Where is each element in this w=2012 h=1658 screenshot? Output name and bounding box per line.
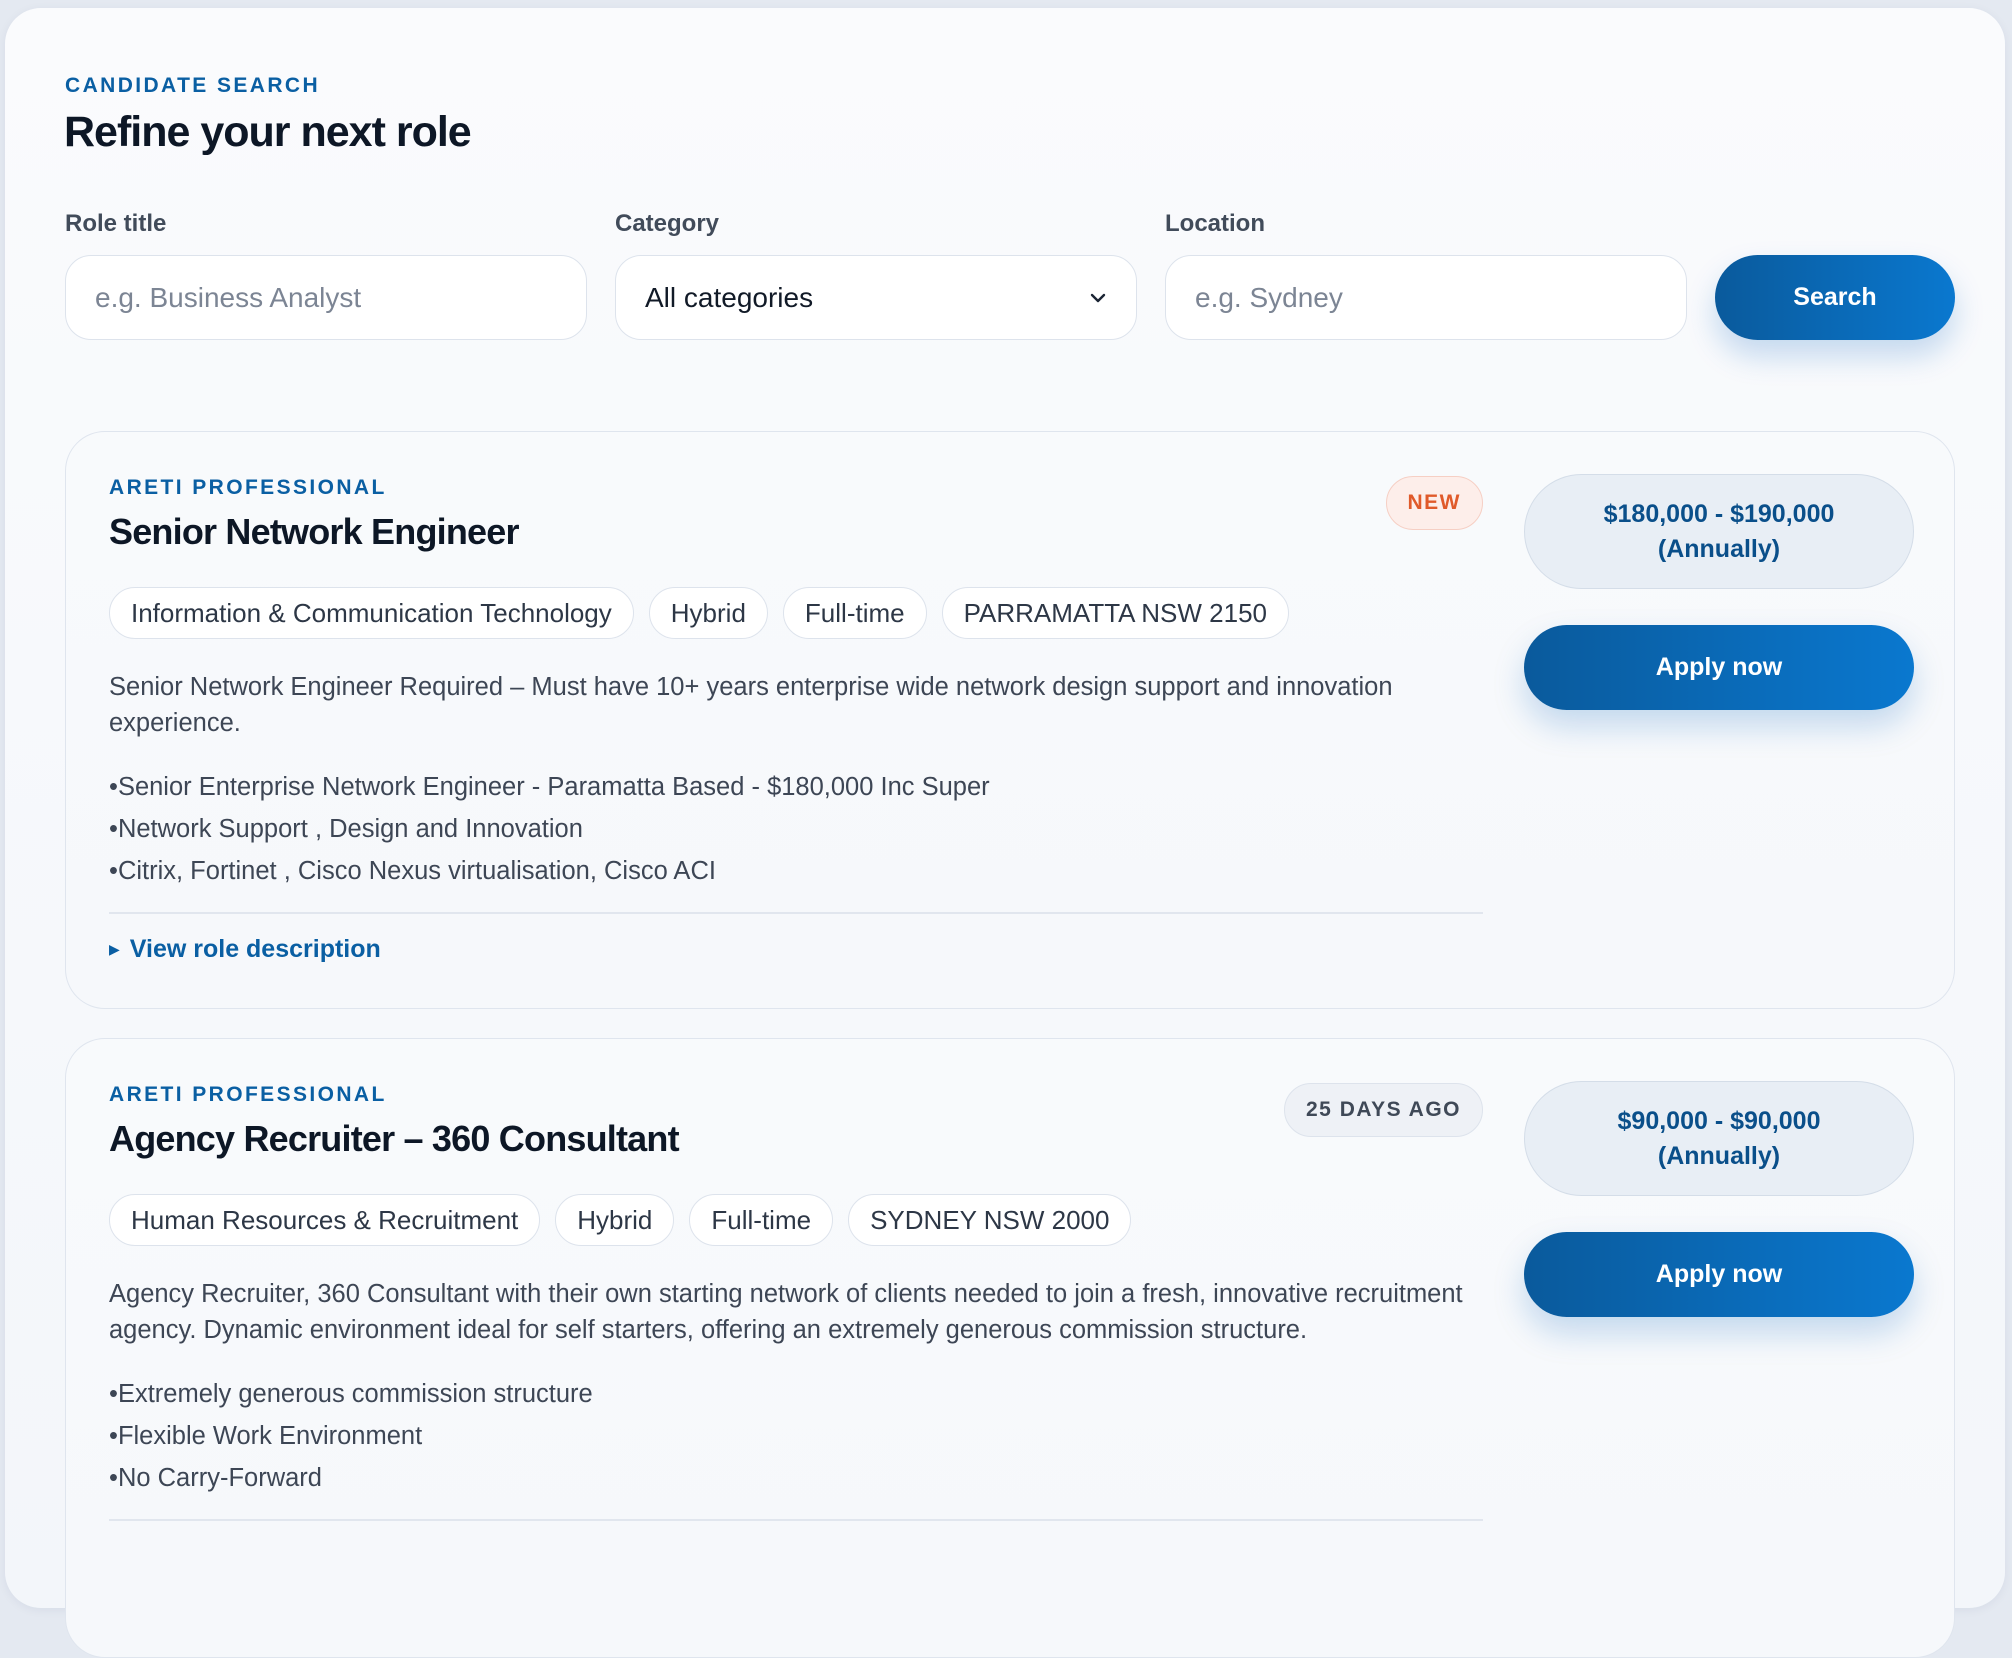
category-tag: Information & Communication Technology [109, 587, 634, 639]
job-card: ARETI PROFESSIONAL Senior Network Engine… [65, 431, 1955, 1009]
view-role-description-toggle[interactable]: ▶ View role description [109, 935, 1483, 964]
employment-type-tag: Full-time [689, 1194, 834, 1246]
posted-age-badge: 25 DAYS AGO [1284, 1083, 1483, 1137]
location-tag: PARRAMATTA NSW 2150 [941, 587, 1289, 639]
location-field-wrapper [1165, 255, 1687, 340]
search-panel: CANDIDATE SEARCH Refine your next role R… [5, 8, 2005, 1658]
highlight-item: No Carry-Forward [109, 1457, 1483, 1499]
divider [109, 1519, 1483, 1521]
job-card: ARETI PROFESSIONAL Agency Recruiter – 36… [65, 1038, 1955, 1658]
highlight-item: Citrix, Fortinet , Cisco Nexus virtualis… [109, 850, 1483, 892]
salary-pill: $90,000 - $90,000 (Annually) [1524, 1081, 1914, 1196]
salary-text: $90,000 - $90,000 (Annually) [1618, 1104, 1821, 1174]
location-input[interactable] [1195, 281, 1657, 314]
job-title: Agency Recruiter – 360 Consultant [109, 1118, 680, 1159]
work-mode-tag: Hybrid [555, 1194, 675, 1246]
job-highlights: Senior Enterprise Network Engineer - Par… [109, 766, 1483, 892]
job-tags: Information & Communication Technology H… [109, 587, 1483, 639]
search-button[interactable]: Search [1715, 255, 1955, 340]
role-title-label: Role title [65, 210, 167, 237]
job-title: Senior Network Engineer [109, 511, 520, 552]
apply-now-button[interactable]: Apply now [1524, 1232, 1914, 1317]
category-select[interactable]: All categories [615, 255, 1137, 340]
page-title: Refine your next role [64, 108, 472, 156]
salary-pill: $180,000 - $190,000 (Annually) [1524, 474, 1914, 589]
job-summary: Senior Network Engineer Required – Must … [109, 673, 1393, 737]
location-label: Location [1165, 210, 1265, 237]
chevron-down-icon [1090, 293, 1106, 302]
view-role-description-label: View role description [129, 934, 381, 963]
role-title-field-wrapper [65, 255, 587, 340]
caret-right-icon: ▶ [109, 940, 120, 957]
salary-text: $180,000 - $190,000 (Annually) [1604, 497, 1835, 567]
company-name: ARETI PROFESSIONAL [109, 1083, 387, 1106]
category-tag: Human Resources & Recruitment [109, 1194, 541, 1246]
category-select-value: All categories [645, 281, 814, 313]
work-mode-tag: Hybrid [648, 587, 768, 639]
salary-period: (Annually) [1657, 1141, 1781, 1170]
location-tag: SYDNEY NSW 2000 [848, 1194, 1132, 1246]
job-card-content: ARETI PROFESSIONAL Senior Network Engine… [109, 476, 1483, 964]
salary-period: (Annually) [1657, 534, 1781, 563]
salary-range: $180,000 - $190,000 [1603, 499, 1835, 528]
section-eyebrow: CANDIDATE SEARCH [65, 74, 321, 97]
highlight-item: Extremely generous commission structure [109, 1373, 1483, 1415]
apply-now-button[interactable]: Apply now [1524, 625, 1914, 710]
new-badge: NEW [1385, 476, 1483, 530]
role-title-input[interactable] [95, 281, 557, 314]
highlight-item: Senior Enterprise Network Engineer - Par… [109, 766, 1483, 808]
category-label: Category [615, 210, 720, 237]
divider [109, 912, 1483, 914]
job-tags: Human Resources & Recruitment Hybrid Ful… [109, 1194, 1483, 1246]
highlight-item: Flexible Work Environment [109, 1415, 1483, 1457]
job-highlights: Extremely generous commission structure … [109, 1373, 1483, 1499]
employment-type-tag: Full-time [782, 587, 927, 639]
job-card-content: ARETI PROFESSIONAL Agency Recruiter – 36… [109, 1083, 1483, 1521]
highlight-item: Network Support , Design and Innovation [109, 808, 1483, 850]
job-summary: Agency Recruiter, 360 Consultant with th… [109, 1280, 1463, 1344]
salary-range: $90,000 - $90,000 [1617, 1106, 1821, 1135]
company-name: ARETI PROFESSIONAL [109, 476, 387, 499]
